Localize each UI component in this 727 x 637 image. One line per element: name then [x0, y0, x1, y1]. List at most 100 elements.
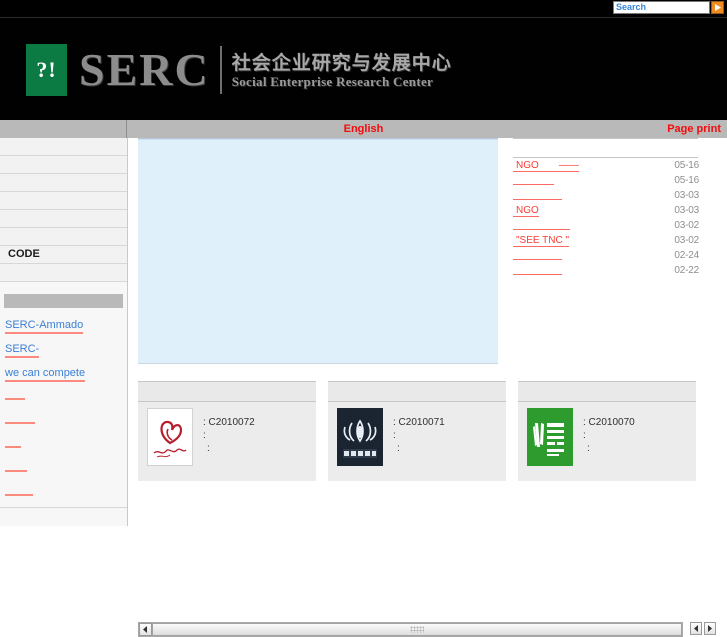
card-line-2: :: [393, 430, 396, 441]
hongfuhui-heart-logo-icon: [147, 408, 193, 466]
card-body: : C2010071 : :: [328, 402, 506, 466]
news-item-title[interactable]: [513, 176, 554, 185]
card-line-3: :: [207, 443, 210, 454]
news-item-title[interactable]: [513, 251, 562, 260]
sidebar-link-8[interactable]: [5, 485, 33, 496]
card-header: [518, 382, 696, 402]
card-body: : C2010072 : :: [138, 402, 316, 466]
sidebar-link-6[interactable]: [5, 437, 21, 448]
news-item-title[interactable]: NGO ——: [513, 160, 579, 172]
card-line-3: :: [397, 443, 400, 454]
news-item-title[interactable]: NGO: [513, 205, 539, 217]
search-submit-button[interactable]: [711, 1, 724, 14]
sidebar-link-serc[interactable]: SERC-: [5, 342, 40, 358]
sidebar-item-8[interactable]: [0, 264, 127, 282]
list-item: [0, 388, 127, 412]
list-item: we can compete: [0, 364, 127, 388]
news-item-date: 05-16: [674, 160, 699, 171]
sidebar-link-4[interactable]: [5, 389, 25, 400]
scrollbar-thumb[interactable]: [152, 623, 682, 636]
logo-divider: [219, 46, 222, 94]
scrollbar-end-buttons: [690, 622, 716, 635]
table-row: 05-16: [513, 173, 703, 188]
news-item-title[interactable]: "SEE TNC ": [513, 235, 570, 247]
news-panel-header: [513, 139, 705, 157]
table-row: 03-03: [513, 188, 703, 203]
card-code: : C2010070: [583, 417, 635, 428]
sidebar-link-serc-ammado[interactable]: SERC-Ammado: [5, 318, 84, 334]
sidebar-menu: CODE: [0, 138, 127, 282]
sidebar-item-5[interactable]: [0, 210, 127, 228]
news-item-date: 03-03: [674, 190, 699, 201]
table-row: 02-24: [513, 248, 703, 263]
news-item-title[interactable]: [513, 266, 562, 275]
card-code: : C2010072: [203, 417, 255, 428]
logo-mark-icon: ?!: [26, 44, 67, 96]
card-header: [138, 382, 316, 402]
news-item-title[interactable]: [513, 221, 570, 230]
card-line-2: :: [203, 430, 206, 441]
content-area: CODE SERC-Ammado SERC- we can compete NG…: [0, 138, 727, 637]
news-item-date: 03-02: [674, 235, 699, 246]
news-item-date: 02-22: [674, 265, 699, 276]
logo-acronym: SERC: [79, 44, 210, 95]
news-panel: NGO —— 05-16 05-16 03-03 NGO 03-03 03-02…: [513, 138, 705, 278]
card-info: : C2010071 : :: [393, 408, 445, 466]
card-body: : C2010070 : :: [518, 402, 696, 466]
table-row: 03-02: [513, 218, 703, 233]
card-info: : C2010072 : :: [203, 408, 255, 466]
card-line-3: :: [587, 443, 590, 454]
site-logo[interactable]: ?! SERC 社会企业研究与发展中心 Social Enterprise Re…: [26, 44, 452, 96]
sidebar-item-code[interactable]: CODE: [0, 246, 127, 264]
sidebar-item-1[interactable]: [0, 138, 127, 156]
list-item[interactable]: : C2010071 : :: [328, 381, 506, 481]
nav-english-link[interactable]: English: [0, 120, 727, 138]
logo-title-cn: 社会企业研究与发展中心: [231, 51, 452, 74]
sidebar-links: SERC-Ammado SERC- we can compete: [0, 316, 127, 508]
news-item-date: 03-02: [674, 220, 699, 231]
list-item: SERC-: [0, 340, 127, 364]
sidebar-item-6[interactable]: [0, 228, 127, 246]
sidebar-link-7[interactable]: [5, 461, 27, 472]
news-item-date: 05-16: [674, 175, 699, 186]
news-item-title[interactable]: [513, 191, 562, 200]
card-info: : C2010070 : :: [583, 408, 635, 466]
hero-banner[interactable]: [138, 139, 498, 364]
chevron-right-icon: [714, 3, 722, 12]
main-column: [138, 138, 498, 378]
card-row: : C2010072 : :: C2010071::: C2010070…: [138, 381, 716, 486]
top-search-bar: [0, 0, 727, 17]
table-row: 02-22: [513, 263, 703, 278]
sidebar-item-4[interactable]: [0, 192, 127, 210]
green-seal-logo-icon: [527, 408, 573, 466]
card-code: : C2010071: [393, 417, 445, 428]
dark-emblem-logo-icon: [337, 408, 383, 466]
nav-page-print-link[interactable]: Page print: [667, 120, 721, 138]
sidebar-link-5[interactable]: [5, 413, 35, 424]
scrollbar-track[interactable]: [152, 623, 682, 636]
table-row: NGO —— 05-16: [513, 158, 703, 173]
news-item-date: 02-24: [674, 250, 699, 261]
list-item: [0, 436, 127, 460]
sidebar-item-2[interactable]: [0, 156, 127, 174]
scroll-left-button[interactable]: [139, 623, 152, 636]
news-list: NGO —— 05-16 05-16 03-03 NGO 03-03 03-02…: [513, 158, 703, 278]
scroll-step-left-button[interactable]: [690, 622, 702, 635]
logo-title-en: Social Enterprise Research Center: [231, 73, 434, 89]
list-item: SERC-Ammado: [0, 316, 127, 340]
news-item-date: 03-03: [674, 205, 699, 216]
sidebar-footer: [0, 507, 127, 526]
page-root: ?! SERC 社会企业研究与发展中心 Social Enterprise Re…: [0, 0, 727, 637]
sidebar-link-we-can-compete[interactable]: we can compete: [5, 366, 86, 382]
search-input[interactable]: [613, 1, 710, 14]
list-item: [0, 484, 127, 508]
sidebar-item-3[interactable]: [0, 174, 127, 192]
logo-titles: 社会企业研究与发展中心 Social Enterprise Research C…: [232, 52, 452, 89]
card-header: [328, 382, 506, 402]
search-form: [613, 1, 724, 14]
list-item[interactable]: : C2010072 : :: [138, 381, 316, 481]
horizontal-scrollbar[interactable]: [138, 622, 683, 637]
scrollbar-grip-icon: [410, 626, 424, 633]
list-item[interactable]: : C2010070 : :: [518, 381, 696, 481]
scroll-step-right-button[interactable]: [704, 622, 716, 635]
